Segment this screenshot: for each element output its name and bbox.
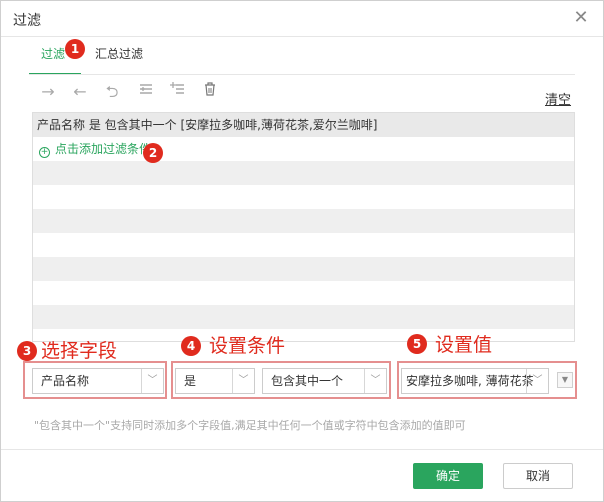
tab-summary-filter[interactable]: 汇总过滤 [95,45,143,75]
tab-filter-label: 过滤 [41,47,66,61]
chevron-down-icon: ﹀ [141,369,163,393]
step-marker-4: 4 [181,336,201,356]
condition-select-value: 包含其中一个 [271,374,344,388]
filter-condition-list: 产品名称 是 包含其中一个 [安摩拉多咖啡,薄荷花茶,爱尔兰咖啡] + 点击添加过… [32,112,575,342]
add-filter-condition-label: 点击添加过滤条件 [55,142,152,156]
arrow-left-icon[interactable]: ← [69,81,91,103]
empty-row [33,257,574,281]
select-field-label: 选择字段 [41,340,118,362]
empty-row [33,161,574,185]
insert-row-icon[interactable] [135,81,157,103]
field-select-value: 产品名称 [41,374,90,388]
trash-icon[interactable] [199,81,221,103]
value-select-value: 安摩拉多咖啡, 薄荷花茶 [406,374,534,388]
cancel-button[interactable]: 取消 [503,463,573,489]
chevron-down-icon: ﹀ [526,369,548,393]
ok-button[interactable]: 确定 [413,463,483,489]
empty-row [33,233,574,257]
dialog-title: 过滤 [13,13,41,29]
operator-select-value: 是 [184,374,197,388]
close-icon[interactable]: ✕ [571,8,591,28]
empty-row [33,209,574,233]
chevron-down-icon: ﹀ [232,369,254,393]
field-select[interactable]: 产品名称 ﹀ [32,368,164,394]
filter-dialog: 过滤 ✕ 过滤 汇总过滤 1 → ← ⮌ 清空 产品名称 是 包含其中一个 [安… [0,0,604,502]
value-select[interactable]: 安摩拉多咖啡, 薄荷花茶 ﹀ [401,368,549,394]
value-dropdown-toggle[interactable]: ▼ [557,372,573,388]
plus-circle-icon: + [39,147,50,158]
step-marker-3: 3 [17,341,37,361]
tab-summary-label: 汇总过滤 [95,47,144,61]
set-value-label: 设置值 [435,334,493,356]
empty-row [33,185,574,209]
step-marker-1: 1 [65,39,85,59]
operator-select[interactable]: 是 ﹀ [175,368,255,394]
step-marker-5: 5 [407,334,427,354]
dialog-footer: 确定 取消 [1,449,603,501]
empty-row [33,281,574,305]
add-filter-condition-link[interactable]: + 点击添加过滤条件 [33,137,574,161]
set-condition-label: 设置条件 [209,335,286,357]
clear-link[interactable]: 清空 [545,89,571,108]
add-row-icon[interactable] [167,81,189,103]
arrow-right-icon[interactable]: → [37,81,59,103]
condition-select[interactable]: 包含其中一个 ﹀ [262,368,387,394]
step-marker-2: 2 [143,143,163,163]
condition-row[interactable]: 产品名称 是 包含其中一个 [安摩拉多咖啡,薄荷花茶,爱尔兰咖啡] [33,113,574,137]
hint-text: "包含其中一个"支持同时添加多个字段值,满足其中任何一个值或字符中包含添加的值即… [34,419,466,432]
empty-row [33,305,574,329]
title-bar: 过滤 ✕ [1,1,603,37]
chevron-down-icon: ﹀ [364,369,386,393]
tab-divider [29,74,575,75]
return-icon[interactable]: ⮌ [101,81,123,103]
